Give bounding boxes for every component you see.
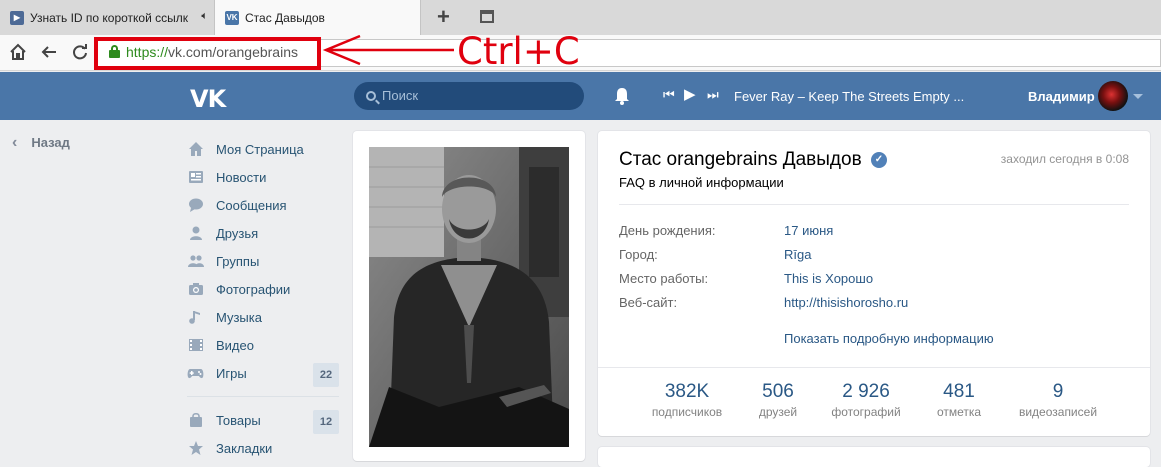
next-track-icon[interactable]: ⏭︎ [707, 87, 719, 103]
back-link[interactable]: ‹ Назад [12, 134, 70, 152]
counter-photos[interactable]: 2 926 фотографий [824, 381, 908, 419]
counter-tags[interactable]: 481 отметка [926, 381, 992, 419]
counter-friends[interactable]: 506 друзей [748, 381, 808, 419]
camera-icon [187, 281, 204, 298]
avatar[interactable] [1098, 81, 1128, 111]
news-icon [187, 169, 204, 186]
chevron-down-icon[interactable] [1133, 94, 1143, 99]
vk-logo-icon[interactable]: VK [190, 85, 226, 113]
tab-title: Узнать ID по короткой ссылк [30, 10, 189, 25]
goods-counter-badge: 12 [313, 410, 339, 434]
nav-item-goods[interactable]: Товары 12 [187, 406, 339, 434]
browser-tab-strip: ▶ Узнать ID по короткой ссылк 🔈︎ VK Стас… [0, 0, 1161, 35]
vk-header: VK Поиск ⏮︎ ▶ ⏭︎ Fever Ray – Keep The St… [0, 72, 1161, 120]
counter-videos[interactable]: 9 видеозаписей [1008, 381, 1108, 419]
video-icon [187, 337, 204, 354]
home-button-icon[interactable] [8, 43, 28, 63]
chevron-left-icon: ‹ [12, 134, 18, 151]
vk-favicon-icon: VK [225, 10, 239, 25]
music-icon [187, 309, 204, 326]
youtube-play-icon: ▶ [10, 10, 24, 25]
nav-item-my-page[interactable]: Моя Страница [187, 135, 339, 163]
show-more-info-link[interactable]: Показать подробную информацию [784, 331, 994, 346]
tab-title: Стас Давыдов [245, 10, 325, 25]
profile-status[interactable]: FAQ в личной информации [619, 175, 784, 190]
back-arrow-icon[interactable] [39, 43, 59, 63]
next-content-card [598, 447, 1150, 467]
nav-item-messages[interactable]: Сообщения [187, 191, 339, 219]
browser-tab-1[interactable]: ▶ Узнать ID по короткой ссылк 🔈︎ [0, 0, 214, 35]
new-tab-plus-icon[interactable]: + [437, 6, 450, 28]
home-icon [187, 141, 204, 158]
verified-check-icon: ✓ [871, 152, 887, 168]
profile-info-card: Стас orangebrains Давыдов ✓ заходил сего… [598, 131, 1150, 436]
annotation-arrow-icon [322, 34, 454, 66]
shopping-bag-icon [187, 412, 204, 429]
last-seen-status: заходил сегодня в 0:08 [1000, 152, 1129, 166]
speaker-icon[interactable]: 🔈︎ [201, 10, 208, 23]
nav-item-news[interactable]: Новости [187, 163, 339, 191]
profile-photo-card [353, 131, 585, 461]
nav-item-groups[interactable]: Группы [187, 247, 339, 275]
play-icon[interactable]: ▶ [684, 85, 696, 103]
search-input[interactable]: Поиск [354, 82, 584, 110]
nav-item-video[interactable]: Видео [187, 331, 339, 359]
previous-track-icon[interactable]: ⏮︎ [663, 87, 675, 103]
bell-icon[interactable] [613, 86, 631, 106]
nav-divider [187, 396, 339, 397]
nav-item-friends[interactable]: Друзья [187, 219, 339, 247]
profile-counters: 382K подписчиков 506 друзей 2 926 фотогр… [598, 367, 1150, 436]
gamepad-icon [187, 365, 204, 382]
groups-icon [187, 253, 204, 270]
user-name[interactable]: Владимир [1028, 89, 1095, 104]
star-icon [187, 440, 204, 457]
tab-view-icon[interactable] [480, 10, 494, 23]
left-nav: Моя Страница Новости Сообщения Друзья Гр… [187, 135, 339, 462]
profile-photo[interactable] [369, 147, 569, 447]
now-playing-track[interactable]: Fever Ray – Keep The Streets Empty ... [734, 89, 964, 104]
search-icon [366, 91, 376, 101]
divider [619, 204, 1129, 205]
counter-followers[interactable]: 382K подписчиков [642, 381, 732, 419]
url-highlight-frame [94, 37, 321, 70]
profile-name: Стас orangebrains Давыдов [619, 149, 862, 170]
messages-icon [187, 197, 204, 214]
nav-item-games[interactable]: Игры 22 [187, 359, 339, 387]
nav-item-photos[interactable]: Фотографии [187, 275, 339, 303]
reload-icon[interactable] [70, 43, 90, 63]
nav-item-bookmarks[interactable]: Закладки [187, 434, 339, 462]
annotation-ctrl-c: Ctrl+C [457, 30, 580, 73]
games-counter-badge: 22 [313, 363, 339, 387]
nav-item-music[interactable]: Музыка [187, 303, 339, 331]
friends-icon [187, 225, 204, 242]
